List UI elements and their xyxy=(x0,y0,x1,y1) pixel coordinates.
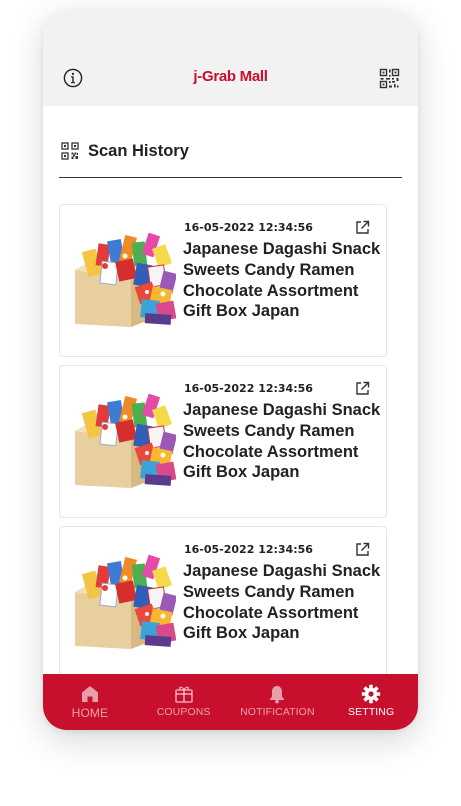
bell-icon xyxy=(270,686,285,704)
product-name: Japanese Dagashi Snack Sweets Candy Rame… xyxy=(183,562,381,643)
tab-home[interactable]: HOME xyxy=(43,674,137,730)
scan-date: 16-05-2022 12:34:56 xyxy=(184,221,313,234)
history-card[interactable]: 16-05-2022 12:34:56 Japanese Dagashi Sna… xyxy=(59,204,387,357)
tab-notification[interactable]: NOTIFICATION xyxy=(231,674,325,730)
section-divider xyxy=(59,177,402,178)
tab-coupons[interactable]: COUPONS xyxy=(137,674,231,730)
app-header: j-Grab Mall xyxy=(43,10,418,106)
product-image xyxy=(75,393,176,488)
history-card[interactable]: 16-05-2022 12:34:56 Japanese Dagashi Sna… xyxy=(59,365,387,518)
stage: j-Grab Mall Scan History 16-05-2022 12:3… xyxy=(0,0,461,806)
product-name: Japanese Dagashi Snack Sweets Candy Rame… xyxy=(183,240,381,321)
open-external-icon[interactable] xyxy=(355,381,370,396)
bottom-tab-bar: HOME COUPONS NOTIFICATION SETTING xyxy=(43,674,418,730)
history-card[interactable]: 16-05-2022 12:34:56 Japanese Dagashi Sna… xyxy=(59,526,387,674)
open-external-icon[interactable] xyxy=(355,220,370,235)
tab-label: SETTING xyxy=(348,706,395,718)
open-external-icon[interactable] xyxy=(355,542,370,557)
section-title: Scan History xyxy=(88,141,189,160)
gift-icon xyxy=(174,686,193,703)
product-name: Japanese Dagashi Snack Sweets Candy Rame… xyxy=(183,401,381,482)
phone-frame: j-Grab Mall Scan History 16-05-2022 12:3… xyxy=(43,10,418,730)
scan-history-content: Scan History 16-05-2022 12:34:56 Japanes… xyxy=(43,106,418,674)
tab-setting[interactable]: SETTING xyxy=(324,674,418,730)
qr-scan-icon[interactable] xyxy=(379,68,400,89)
qr-code-icon xyxy=(61,142,79,160)
scan-date: 16-05-2022 12:34:56 xyxy=(184,543,313,556)
section-header: Scan History xyxy=(61,141,189,161)
gear-icon xyxy=(361,684,381,704)
tab-label: NOTIFICATION xyxy=(240,706,315,718)
product-image xyxy=(75,554,176,649)
home-icon xyxy=(81,686,98,702)
scan-date: 16-05-2022 12:34:56 xyxy=(184,382,313,395)
tab-label: HOME xyxy=(71,706,109,720)
tab-label: COUPONS xyxy=(156,706,211,718)
product-image xyxy=(75,232,176,327)
app-title: j-Grab Mall xyxy=(193,68,268,85)
